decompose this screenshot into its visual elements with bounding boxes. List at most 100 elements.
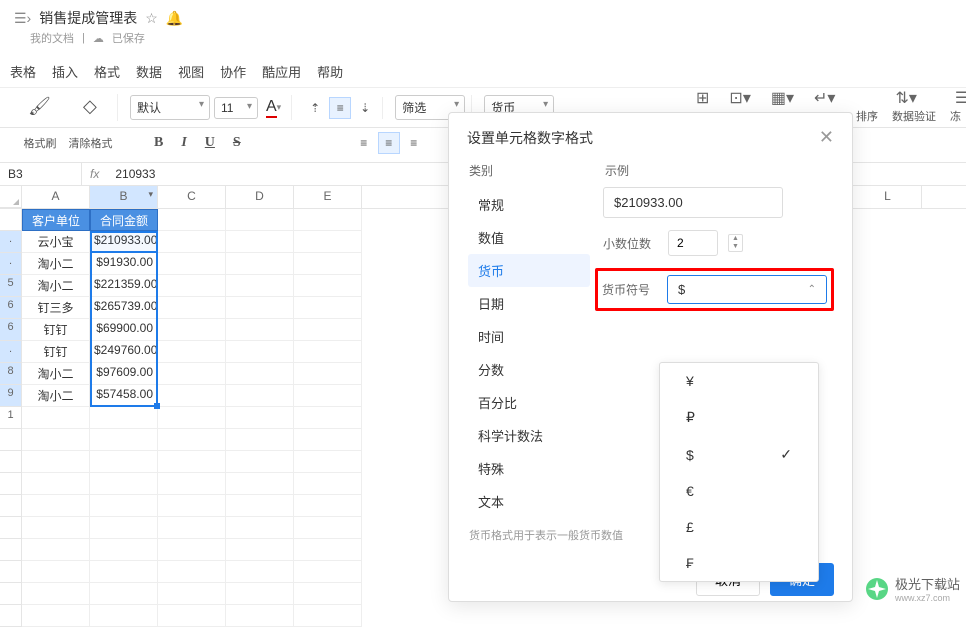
cell[interactable] — [294, 363, 362, 385]
cell[interactable]: $91930.00 — [90, 253, 158, 275]
row-header[interactable] — [0, 517, 22, 539]
underline-button[interactable]: U — [201, 133, 219, 153]
cell[interactable] — [158, 363, 226, 385]
cell[interactable] — [22, 517, 90, 539]
cell[interactable] — [294, 297, 362, 319]
row-header[interactable] — [0, 605, 22, 627]
font-size-select[interactable]: 11 — [214, 97, 258, 119]
back-icon[interactable]: ☰› — [14, 10, 31, 27]
header-cell-B[interactable]: 合同金额 — [90, 209, 158, 231]
cell[interactable] — [294, 495, 362, 517]
cell[interactable] — [90, 583, 158, 605]
cell[interactable]: $57458.00 — [90, 385, 158, 407]
menu-collab[interactable]: 协作 — [220, 62, 246, 81]
validation-icon[interactable]: ☰✓ — [955, 88, 966, 108]
currency-option[interactable]: € — [660, 473, 818, 509]
align-bottom-icon[interactable]: ⇣ — [354, 97, 376, 119]
currency-option[interactable]: £ — [660, 509, 818, 545]
cell[interactable]: 淘小二 — [22, 253, 90, 275]
cell[interactable] — [294, 451, 362, 473]
menu-help[interactable]: 帮助 — [317, 62, 343, 81]
cell[interactable] — [226, 231, 294, 253]
cell[interactable]: $265739.00 — [90, 297, 158, 319]
category-item[interactable]: 时间 — [468, 320, 590, 353]
cell[interactable] — [226, 385, 294, 407]
align-right-icon[interactable]: ≡ — [403, 132, 425, 154]
fill-icon[interactable]: ▦▾ — [771, 88, 794, 108]
cell[interactable] — [226, 363, 294, 385]
cell[interactable]: 钉钉 — [22, 341, 90, 363]
row-header[interactable]: 1 — [0, 407, 22, 429]
cell[interactable] — [158, 319, 226, 341]
cell[interactable]: 淘小二 — [22, 275, 90, 297]
bold-button[interactable]: B — [150, 133, 167, 153]
cell[interactable] — [158, 209, 226, 231]
wrap-icon[interactable]: ↵▾ — [814, 88, 835, 108]
cell[interactable] — [158, 231, 226, 253]
cell[interactable] — [22, 561, 90, 583]
menu-insert[interactable]: 插入 — [52, 62, 78, 81]
row-header[interactable]: 8 — [0, 363, 22, 385]
cell[interactable] — [226, 297, 294, 319]
cell[interactable] — [90, 561, 158, 583]
cell[interactable]: $210933.00 — [90, 231, 158, 253]
cell[interactable] — [90, 605, 158, 627]
cell[interactable] — [294, 385, 362, 407]
col-L[interactable]: L — [854, 186, 922, 208]
col-E[interactable]: E — [294, 186, 362, 208]
font-family-select[interactable]: 默认 — [130, 95, 210, 120]
cell[interactable]: 云小宝 — [22, 231, 90, 253]
row-header[interactable] — [0, 539, 22, 561]
cell[interactable] — [294, 429, 362, 451]
cell[interactable] — [22, 451, 90, 473]
cell[interactable] — [294, 341, 362, 363]
cell[interactable] — [294, 539, 362, 561]
cell[interactable] — [158, 495, 226, 517]
cell[interactable]: $69900.00 — [90, 319, 158, 341]
font-color-button[interactable]: A▾ — [262, 96, 285, 120]
cell[interactable] — [90, 495, 158, 517]
cell[interactable] — [226, 253, 294, 275]
row-header[interactable]: . — [0, 253, 22, 275]
row-header[interactable] — [0, 495, 22, 517]
cell[interactable] — [294, 209, 362, 231]
sort-icon[interactable]: ⇅▾ — [895, 88, 916, 108]
cell[interactable] — [294, 473, 362, 495]
cell[interactable] — [226, 561, 294, 583]
cell[interactable]: 淘小二 — [22, 363, 90, 385]
category-item[interactable]: 文本 — [468, 485, 590, 518]
cell[interactable] — [226, 539, 294, 561]
currency-option[interactable]: $✓ — [660, 436, 818, 473]
format-painter-button[interactable]: 🖌 — [22, 94, 57, 121]
borders-icon[interactable]: ⊡▾ — [729, 88, 750, 108]
cell[interactable] — [22, 539, 90, 561]
menu-view[interactable]: 视图 — [178, 62, 204, 81]
menu-format[interactable]: 格式 — [94, 62, 120, 81]
cell[interactable] — [226, 451, 294, 473]
select-all-corner[interactable] — [0, 186, 22, 208]
row-header[interactable] — [0, 561, 22, 583]
cell[interactable] — [226, 209, 294, 231]
row-header[interactable]: 9 — [0, 385, 22, 407]
fx-icon[interactable]: fx — [82, 163, 107, 185]
category-item[interactable]: 数值 — [468, 221, 590, 254]
row-header[interactable]: . — [0, 231, 22, 253]
category-item[interactable]: 百分比 — [468, 386, 590, 419]
col-D[interactable]: D — [226, 186, 294, 208]
category-item[interactable]: 货币 — [468, 254, 590, 287]
doc-location[interactable]: 我的文档 — [30, 30, 74, 46]
currency-option[interactable]: ₣ — [660, 545, 818, 581]
cell[interactable] — [22, 605, 90, 627]
category-item[interactable]: 科学计数法 — [468, 419, 590, 452]
cell[interactable] — [226, 517, 294, 539]
decimals-spinner[interactable]: ▲▼ — [728, 234, 743, 252]
bell-icon[interactable]: 🔔 — [166, 10, 183, 27]
cell[interactable] — [226, 429, 294, 451]
cell[interactable] — [294, 517, 362, 539]
cell[interactable] — [226, 275, 294, 297]
row-header[interactable] — [0, 583, 22, 605]
cell[interactable] — [90, 407, 158, 429]
row-header[interactable]: 6 — [0, 297, 22, 319]
menu-data[interactable]: 数据 — [136, 62, 162, 81]
cell[interactable] — [294, 275, 362, 297]
